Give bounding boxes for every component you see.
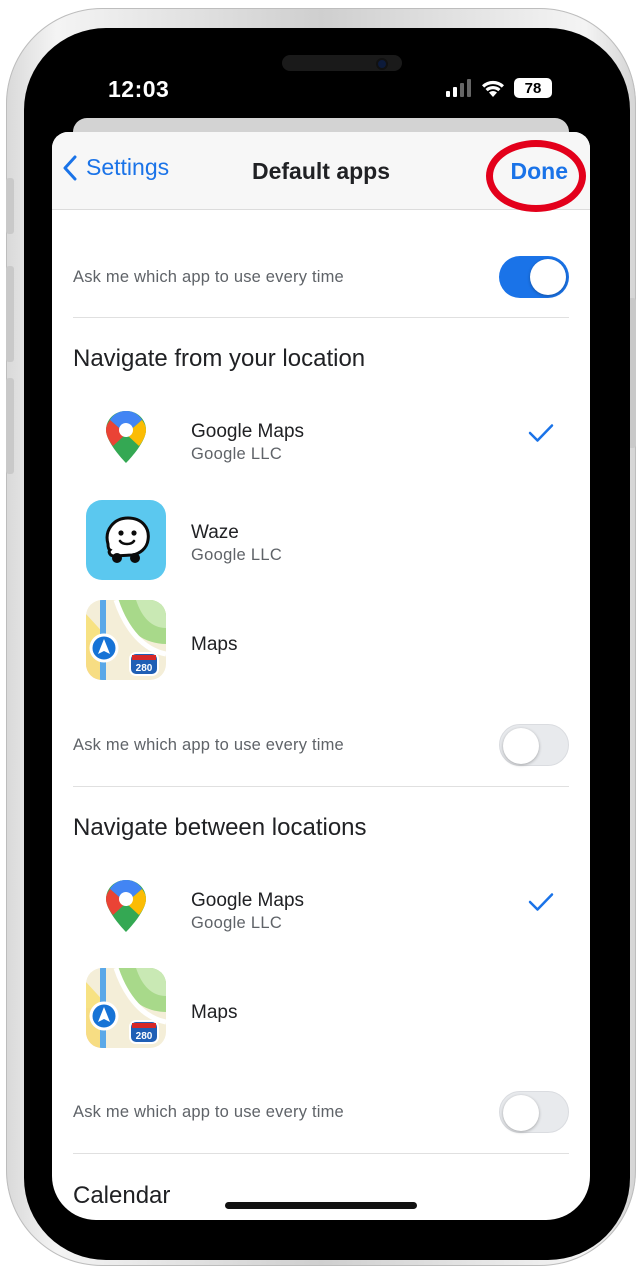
google-maps-icon	[106, 880, 146, 932]
app-name: Waze	[191, 522, 239, 543]
ask-every-time-row[interactable]: Ask me which app to use every time	[73, 1082, 569, 1142]
app-developer: Google LLC	[191, 914, 283, 932]
wifi-icon	[482, 80, 504, 97]
status-time: 12:03	[108, 76, 170, 102]
home-indicator[interactable]	[225, 1202, 417, 1209]
done-button[interactable]: Done	[511, 158, 569, 185]
ask-every-time-label: Ask me which app to use every time	[73, 267, 344, 286]
app-row-apple-maps[interactable]: 280 Maps	[52, 962, 590, 1052]
section-title-calendar: Calendar	[73, 1182, 171, 1209]
apple-maps-icon: 280	[86, 968, 166, 1048]
app-row-waze[interactable]: Waze Google LLC	[52, 494, 590, 584]
app-row-google-maps[interactable]: Google Maps Google LLC	[52, 393, 590, 483]
app-row-apple-maps[interactable]: 280 Maps	[52, 594, 590, 684]
app-row-google-maps[interactable]: Google Maps Google LLC	[52, 862, 590, 952]
battery-indicator: 78	[514, 78, 552, 98]
app-name: Maps	[191, 1002, 238, 1023]
ask-every-time-toggle[interactable]	[499, 256, 569, 298]
divider	[73, 786, 569, 787]
status-icons: 78	[446, 78, 552, 98]
divider	[73, 317, 569, 318]
checkmark-icon	[528, 424, 554, 442]
divider	[73, 1153, 569, 1154]
interstate-badge-label: 280	[136, 663, 153, 674]
app-name: Google Maps	[191, 890, 305, 911]
nav-bar: Settings Default apps Done	[52, 132, 590, 210]
app-name: Google Maps	[191, 421, 305, 442]
default-apps-sheet: Settings Default apps Done Ask me which …	[52, 132, 590, 1220]
checkmark-icon	[528, 893, 554, 911]
page-title: Default apps	[251, 158, 391, 184]
toggle-knob	[503, 1095, 539, 1131]
mute-switch	[6, 178, 14, 234]
ask-every-time-row[interactable]: Ask me which app to use every time	[73, 247, 569, 307]
toggle-knob	[503, 728, 539, 764]
ask-every-time-toggle[interactable]	[499, 724, 569, 766]
app-developer: Google LLC	[191, 445, 283, 463]
ask-every-time-label: Ask me which app to use every time	[73, 1102, 344, 1121]
cellular-signal-icon	[446, 79, 471, 97]
section-title-navigate-from: Navigate from your location	[73, 345, 366, 372]
waze-icon	[86, 500, 166, 580]
volume-up-button	[6, 266, 14, 362]
interstate-badge-label: 280	[136, 1031, 153, 1042]
toggle-knob	[530, 259, 566, 295]
volume-down-button	[6, 378, 14, 474]
app-developer: Google LLC	[191, 546, 283, 564]
google-maps-icon	[106, 411, 146, 463]
apple-maps-icon: 280	[86, 600, 166, 680]
ask-every-time-row[interactable]: Ask me which app to use every time	[73, 715, 569, 775]
ask-every-time-label: Ask me which app to use every time	[73, 735, 344, 754]
ask-every-time-toggle[interactable]	[499, 1091, 569, 1133]
app-name: Maps	[191, 634, 238, 655]
section-title-navigate-between: Navigate between locations	[73, 814, 367, 841]
front-camera	[376, 58, 388, 70]
